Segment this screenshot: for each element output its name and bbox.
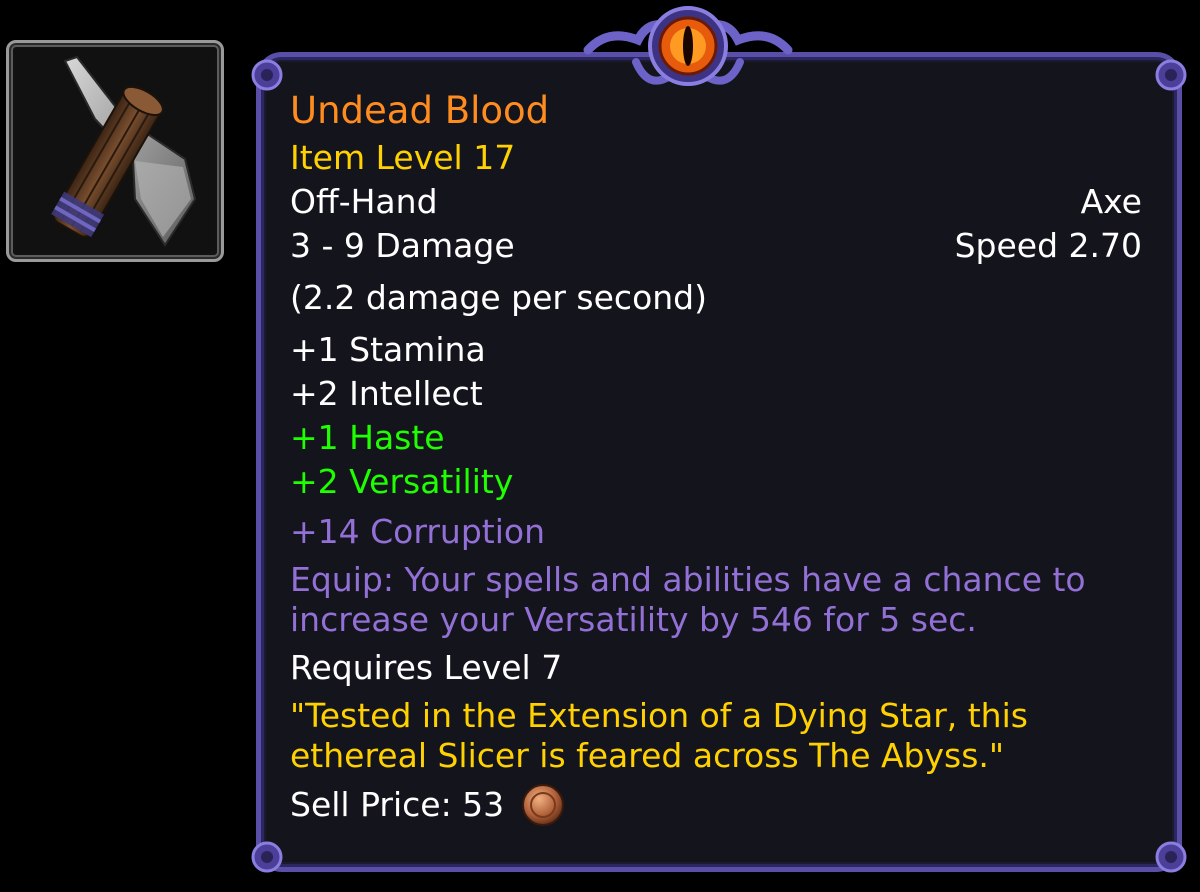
required-level: Requires Level 7 (290, 648, 563, 687)
corruption-line: +14 Corruption (290, 512, 545, 551)
axe-icon (15, 49, 215, 253)
eye-crest-icon (583, 6, 793, 86)
stat-line: +2 Intellect (290, 374, 483, 413)
corner-ornament-icon (251, 59, 283, 91)
bonus-stat-line: +2 Versatility (290, 462, 514, 501)
flavor-text: "Tested in the Extension of a Dying Star… (290, 696, 1028, 775)
sell-price-row: Sell Price: 53 (290, 782, 1142, 828)
damage-speed-row: 3 - 9 Damage Speed 2.70 (290, 224, 1142, 268)
slot-type-row: Off-Hand Axe (290, 180, 1142, 224)
item-speed: Speed 2.70 (954, 226, 1142, 265)
bonus-stat-line: +1 Haste (290, 418, 445, 457)
equip-effect: Equip: Your spells and abilities have a … (290, 560, 1086, 639)
item-level: Item Level 17 (290, 138, 516, 177)
item-slot: Off-Hand (290, 182, 438, 221)
corner-ornament-icon (1155, 841, 1187, 873)
corner-ornament-icon (1155, 59, 1187, 91)
item-name: Undead Blood (290, 89, 550, 132)
item-icon-frame[interactable] (6, 40, 224, 262)
copper-coin-icon (522, 784, 565, 826)
corner-ornament-icon (251, 841, 283, 873)
stat-line: +1 Stamina (290, 330, 486, 369)
item-dps: (2.2 damage per second) (290, 278, 707, 317)
tooltip-content: Undead Blood Item Level 17 Off-Hand Axe … (290, 86, 1142, 828)
item-damage: 3 - 9 Damage (290, 226, 515, 265)
item-type: Axe (1080, 182, 1142, 221)
sell-price: Sell Price: 53 (290, 785, 505, 824)
